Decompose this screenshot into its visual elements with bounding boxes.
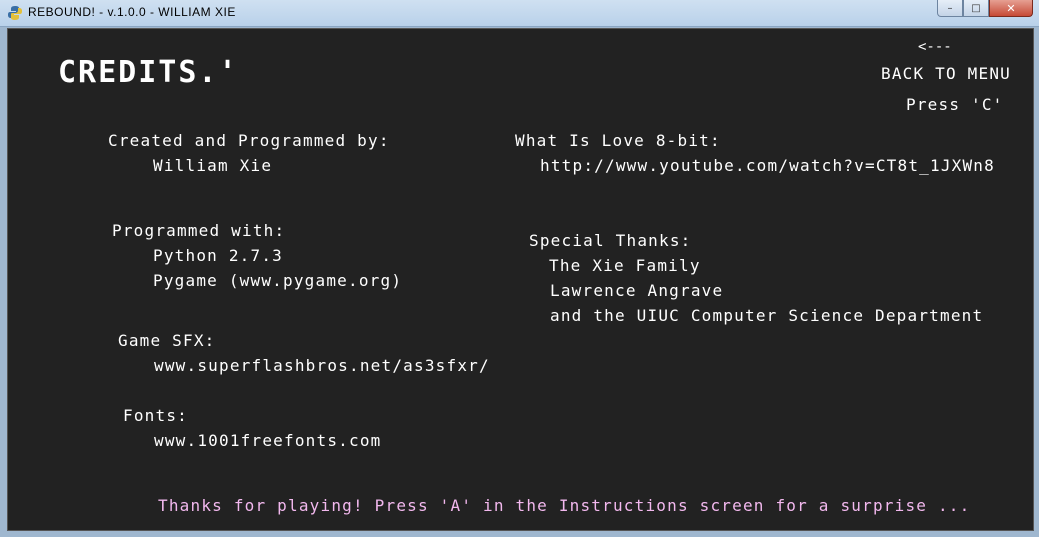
- python-icon: [8, 6, 22, 20]
- tool-item: Python 2.7.3: [153, 246, 283, 265]
- window-titlebar[interactable]: REBOUND! - v.1.0.0 - WILLIAM XIE – □ ✕: [0, 0, 1039, 27]
- fonts-value: www.1001freefonts.com: [154, 431, 382, 450]
- game-canvas[interactable]: CREDITS.' <--- BACK TO MENU Press 'C' Cr…: [7, 28, 1034, 531]
- back-to-menu-label: BACK TO MENU: [881, 64, 1011, 83]
- programmed-with-heading: Programmed with:: [112, 221, 286, 240]
- special-thanks-heading: Special Thanks:: [529, 231, 692, 250]
- footer-message: Thanks for playing! Press 'A' in the Ins…: [158, 496, 971, 515]
- game-sfx-value: www.superflashbros.net/as3sfxr/: [154, 356, 490, 375]
- game-sfx-heading: Game SFX:: [118, 331, 216, 350]
- back-arrow-icon: <---: [918, 39, 952, 55]
- thanks-item: Lawrence Angrave: [550, 281, 724, 300]
- author-name: William Xie: [153, 156, 273, 175]
- tool-item: Pygame (www.pygame.org): [153, 271, 403, 290]
- thanks-item: The Xie Family: [549, 256, 701, 275]
- maximize-button[interactable]: □: [963, 0, 989, 17]
- close-button[interactable]: ✕: [989, 0, 1033, 17]
- page-title: CREDITS.': [58, 55, 239, 90]
- window-title: REBOUND! - v.1.0.0 - WILLIAM XIE: [28, 5, 236, 19]
- music-heading: What Is Love 8-bit:: [515, 131, 721, 150]
- window-controls: – □ ✕: [937, 0, 1033, 18]
- minimize-button[interactable]: –: [937, 0, 963, 17]
- back-hint: Press 'C': [906, 95, 1004, 114]
- thanks-item: and the UIUC Computer Science Department: [550, 306, 984, 325]
- music-link: http://www.youtube.com/watch?v=CT8t_1JXW…: [540, 156, 995, 175]
- created-by-heading: Created and Programmed by:: [108, 131, 390, 150]
- fonts-heading: Fonts:: [123, 406, 188, 425]
